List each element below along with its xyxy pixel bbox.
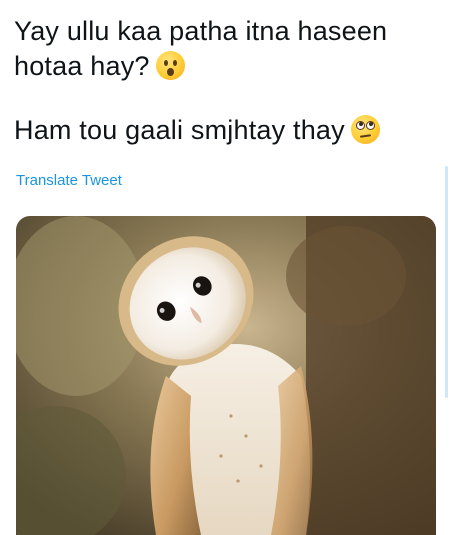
tweet-line-1: Yay ullu kaa patha itna haseen [14,16,388,46]
face-with-rolling-eyes-icon [350,115,380,144]
tweet-text: Yay ullu kaa patha itna haseen hotaa hay… [14,14,434,148]
translate-tweet-link[interactable]: Translate Tweet [16,172,122,189]
tweet-line-2-text: hotaa hay? [14,51,150,81]
scrollbar[interactable] [445,166,448,398]
tweet-line-3-text: Ham tou gaali smjhtay thay [14,115,345,145]
hushed-face-icon [155,51,185,80]
tweet-line-2: hotaa hay? [14,49,434,84]
tweet-line-3: Ham tou gaali smjhtay thay [14,113,434,148]
barn-owl-photo [16,216,436,535]
tweet-image[interactable] [16,216,436,535]
